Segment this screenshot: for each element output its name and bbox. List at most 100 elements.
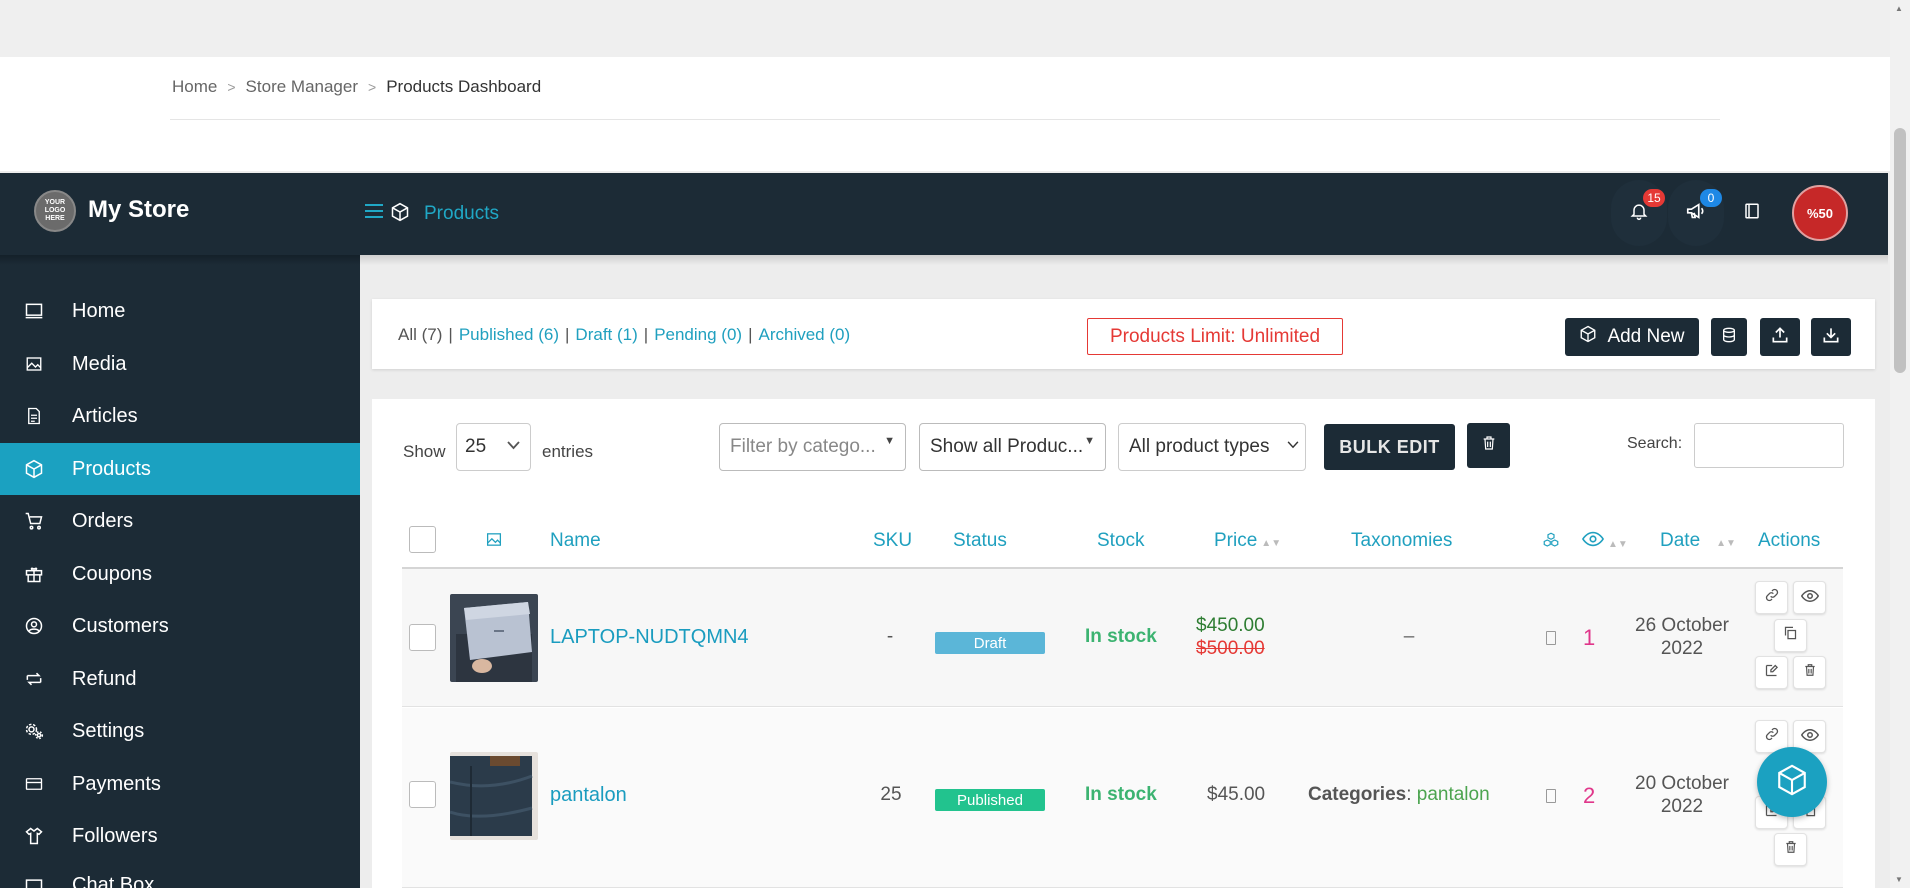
export-button[interactable] [1811, 318, 1851, 356]
sidebar-item-label: Payments [72, 772, 161, 795]
product-type-select[interactable]: All product types [1118, 423, 1306, 471]
entries-value: 25 [465, 436, 487, 457]
taxonomy-link[interactable]: pantalon [1417, 784, 1490, 805]
entries-select[interactable]: 25 [456, 423, 531, 471]
breadcrumb-separator: > [368, 79, 377, 95]
product-name-link[interactable]: pantalon [550, 784, 627, 807]
status-badge: Draft [935, 632, 1045, 654]
announcements-button[interactable]: 0 [1668, 180, 1724, 246]
breadcrumb-divider [170, 119, 1720, 120]
product-name-link[interactable]: LAPTOP-NUDTQMN4 [550, 626, 749, 649]
shirt-icon [22, 824, 46, 848]
sidebar-item-label: Products [72, 457, 151, 480]
breadcrumb-separator: > [227, 79, 236, 95]
image-column-icon [484, 531, 504, 554]
store-logo[interactable]: YOUR LOGO HERE [34, 190, 76, 232]
duplicate-action[interactable] [1774, 619, 1807, 652]
status-pending-link[interactable]: Pending (0) [654, 325, 742, 345]
chevron-down-icon [1287, 440, 1299, 452]
add-new-button[interactable]: Add New [1565, 318, 1699, 356]
row-checkbox[interactable] [409, 781, 436, 808]
select-all-checkbox[interactable] [409, 526, 436, 553]
add-new-label: Add New [1607, 326, 1685, 347]
product-thumbnail-laptop[interactable] [450, 594, 538, 682]
stock-value: In stock [1085, 626, 1157, 647]
sort-icon: ▲▼ [1261, 538, 1282, 549]
credit-card-icon [22, 772, 46, 796]
status-separator: | [748, 325, 753, 344]
status-all-link[interactable]: All (7) [398, 325, 442, 345]
user-circle-icon [22, 614, 46, 638]
cube-icon [1579, 325, 1597, 349]
sidebar-item-label: Home [72, 299, 126, 322]
sidebar-item-products[interactable]: Products [0, 443, 360, 495]
breadcrumb-home[interactable]: Home [172, 77, 217, 97]
sidebar-item-payments[interactable]: Payments [0, 758, 360, 810]
copy-count-icon [1546, 631, 1556, 645]
menu-toggle-icon[interactable] [365, 202, 383, 225]
trash-icon [1803, 662, 1817, 683]
sidebar-item-settings[interactable]: Settings [0, 705, 360, 757]
delete-action[interactable] [1793, 656, 1826, 689]
bulk-delete-button[interactable] [1467, 423, 1510, 468]
sidebar-item-coupons[interactable]: Coupons [0, 548, 360, 600]
permalink-action[interactable] [1755, 581, 1788, 614]
sidebar-item-articles[interactable]: Articles [0, 390, 360, 442]
search-label: Search: [1627, 435, 1683, 452]
page-scrollbar[interactable]: ▲ ▼ [1890, 0, 1910, 888]
notifications-button[interactable]: 15 [1611, 180, 1667, 246]
status-archived-link[interactable]: Archived (0) [759, 325, 851, 345]
column-header-date[interactable]: Date ▲▼ [1660, 530, 1736, 552]
status-published-link[interactable]: Published (6) [459, 325, 559, 345]
bulk-edit-button[interactable]: BULK EDIT [1324, 424, 1455, 470]
category-filter-select[interactable]: Filter by catego... ▼ [719, 423, 906, 471]
column-header-sku: SKU [873, 530, 913, 551]
trash-icon [1784, 839, 1798, 860]
scrollbar-thumb[interactable] [1894, 128, 1906, 373]
scroll-down-icon[interactable]: ▼ [1895, 875, 1903, 884]
copy-icon [1783, 625, 1798, 646]
caret-down-icon: ▼ [884, 435, 895, 447]
knowledgebase-button[interactable] [1724, 180, 1780, 246]
views-count: 1 [1583, 625, 1596, 650]
product-filter-select[interactable]: Show all Produc... ▼ [919, 423, 1106, 471]
cart-icon [22, 509, 46, 533]
sidebar-item-chat-box[interactable]: Chat Box [0, 862, 360, 888]
column-header-name[interactable]: Name [550, 530, 601, 552]
floating-products-button[interactable] [1757, 747, 1827, 817]
product-thumbnail-pantalon[interactable] [450, 752, 538, 840]
row-checkbox[interactable] [409, 624, 436, 651]
sidebar-item-home[interactable]: Home [0, 285, 360, 337]
status-separator: | [448, 325, 453, 344]
user-avatar[interactable]: %50 [1792, 185, 1848, 241]
store-name[interactable]: My Store [88, 196, 189, 224]
delete-action[interactable] [1774, 833, 1807, 866]
announcements-badge: 0 [1700, 189, 1722, 207]
status-badge: Published [935, 789, 1045, 811]
column-header-price[interactable]: Price ▲▼ [1214, 530, 1281, 552]
sidebar-item-media[interactable]: Media [0, 338, 360, 390]
stock-manager-button[interactable] [1711, 318, 1747, 356]
cube-icon [1775, 763, 1809, 802]
breadcrumb-store-manager[interactable]: Store Manager [246, 77, 358, 97]
boxes-column-icon [1540, 531, 1562, 555]
view-action[interactable] [1793, 581, 1826, 614]
date-line: 2022 [1660, 796, 1704, 817]
caret-down-icon: ▼ [1084, 435, 1095, 447]
entries-label: entries [542, 442, 594, 461]
cube-icon [22, 457, 46, 481]
section-title: Products [424, 203, 499, 224]
status-draft-link[interactable]: Draft (1) [575, 325, 637, 345]
sidebar-item-orders[interactable]: Orders [0, 495, 360, 547]
scroll-up-icon[interactable]: ▲ [1895, 4, 1903, 13]
import-button[interactable] [1760, 318, 1800, 356]
views-column-header[interactable]: ▲▼ [1581, 531, 1628, 553]
column-header-status: Status [953, 530, 1007, 551]
price-cell: $450.00 $500.00 [1196, 614, 1265, 660]
sidebar-item-refund[interactable]: Refund [0, 653, 360, 705]
sidebar-item-customers[interactable]: Customers [0, 600, 360, 652]
edit-action[interactable] [1755, 656, 1788, 689]
sidebar-item-label: Followers [72, 824, 158, 847]
sidebar-item-followers[interactable]: Followers [0, 810, 360, 862]
search-input[interactable] [1694, 423, 1844, 468]
